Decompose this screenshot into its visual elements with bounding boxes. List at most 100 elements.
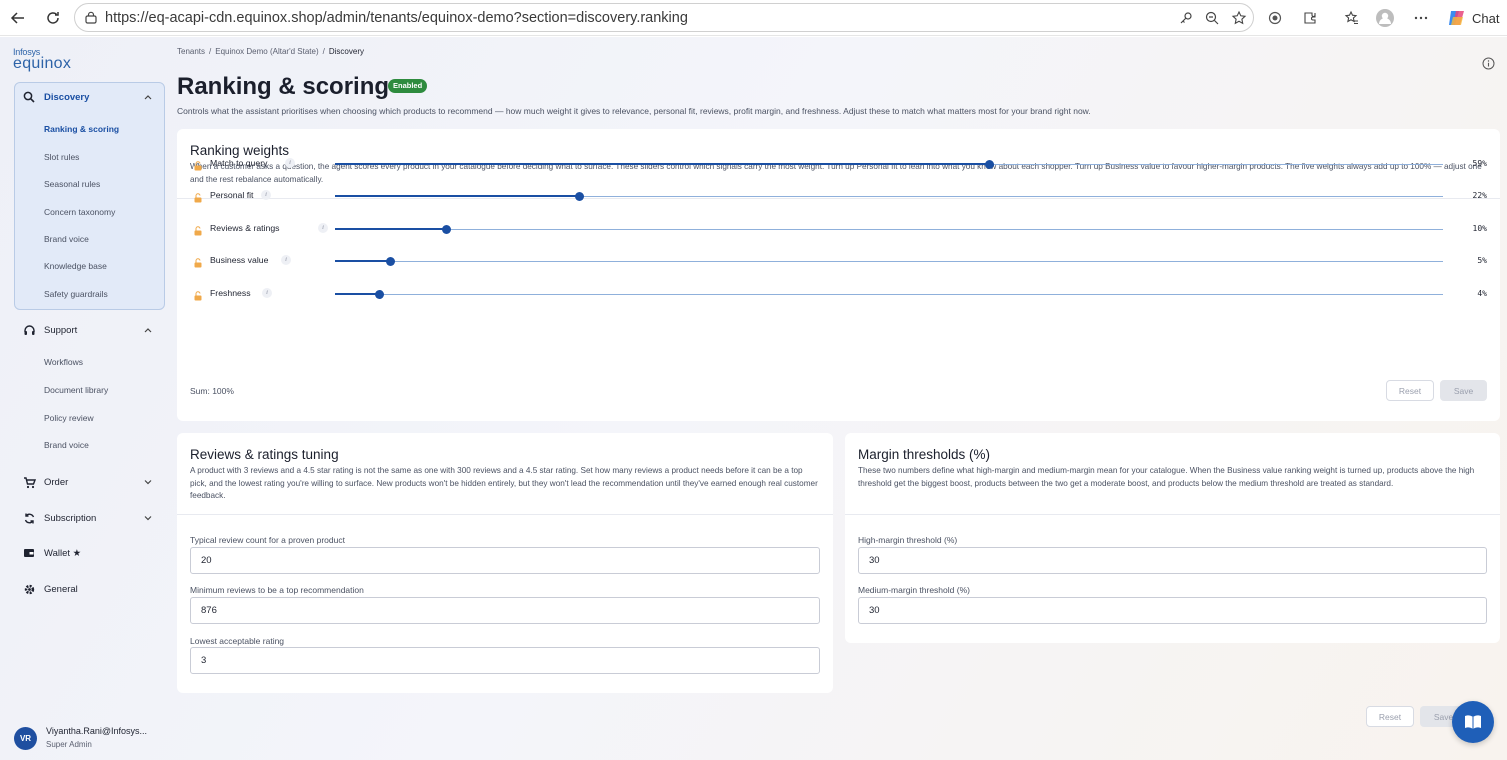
lock-open-icon[interactable] bbox=[194, 223, 203, 236]
site-info-icon[interactable] bbox=[84, 11, 98, 30]
ranking-weights-card: Ranking weights When a customer asks a q… bbox=[177, 129, 1500, 421]
weights-reset-button[interactable]: Reset bbox=[1386, 380, 1434, 401]
weight-slider[interactable] bbox=[335, 290, 1443, 299]
status-badge: Enabled bbox=[388, 79, 428, 93]
nav-discovery[interactable]: Discovery bbox=[14, 84, 165, 110]
nav-support[interactable]: Support bbox=[14, 317, 165, 343]
divider bbox=[845, 514, 1500, 515]
weight-value: 4% bbox=[1477, 289, 1487, 298]
slider-fill bbox=[335, 163, 989, 165]
headset-icon bbox=[22, 323, 36, 337]
sidebar-item-safety-guardrails[interactable]: Safety guardrails bbox=[44, 289, 108, 299]
extensions-icon[interactable] bbox=[1299, 7, 1321, 29]
info-icon[interactable]: i bbox=[261, 190, 271, 200]
weight-slider[interactable] bbox=[335, 225, 1443, 234]
sidebar-item-workflows[interactable]: Workflows bbox=[44, 357, 83, 367]
key-icon[interactable] bbox=[1175, 7, 1197, 29]
collections-icon[interactable] bbox=[1340, 7, 1362, 29]
reviews-tuning-description: A product with 3 reviews and a 4.5 star … bbox=[190, 466, 818, 501]
brand-logo[interactable]: Infosys equinox bbox=[13, 47, 71, 72]
medium-margin-label: Medium-margin threshold (%) bbox=[858, 585, 970, 595]
book-icon bbox=[1465, 715, 1481, 729]
copilot-chat-button[interactable]: Chat bbox=[1446, 5, 1499, 31]
user-name: Viyantha.Rani@Infosys... bbox=[46, 726, 148, 736]
weight-row: Personal fit i 22% bbox=[177, 187, 1500, 205]
weight-label: Reviews & ratings bbox=[210, 223, 280, 233]
lowest-rating-label: Lowest acceptable rating bbox=[190, 636, 285, 646]
weight-row: Freshness i 4% bbox=[177, 285, 1500, 303]
lock-open-icon[interactable] bbox=[194, 255, 203, 268]
sidebar-item-brand-voice[interactable]: Brand voice bbox=[44, 234, 89, 244]
nav-general-label: General bbox=[44, 583, 78, 595]
reviews-tuning-title: Reviews & ratings tuning bbox=[190, 447, 339, 462]
slider-fill bbox=[335, 293, 379, 295]
slider-thumb[interactable] bbox=[386, 257, 395, 266]
discovery-section-panel bbox=[14, 82, 165, 310]
sidebar-item-policy-review[interactable]: Policy review bbox=[44, 413, 94, 423]
footer-reset-button[interactable]: Reset bbox=[1366, 706, 1414, 727]
slider-thumb[interactable] bbox=[442, 225, 451, 234]
address-bar[interactable]: https://eq-acapi-cdn.equinox.shop/admin/… bbox=[74, 3, 1254, 32]
breadcrumb-tenants[interactable]: Tenants bbox=[177, 47, 205, 56]
profile-icon[interactable] bbox=[1374, 7, 1396, 29]
lock-open-icon[interactable] bbox=[194, 190, 203, 203]
user-profile[interactable]: VR Viyantha.Rani@Infosys... Super Admin bbox=[14, 725, 170, 755]
nav-order[interactable]: Order bbox=[14, 469, 165, 495]
more-menu-icon[interactable] bbox=[1410, 7, 1432, 29]
review-count-input[interactable]: 20 bbox=[190, 547, 820, 574]
info-icon[interactable]: i bbox=[262, 288, 272, 298]
info-icon[interactable]: i bbox=[285, 158, 295, 168]
slider-thumb[interactable] bbox=[375, 290, 384, 299]
sidebar-item-concern-taxonomy[interactable]: Concern taxonomy bbox=[44, 207, 115, 217]
user-role: Super Admin bbox=[46, 740, 92, 749]
page-info-icon[interactable] bbox=[1482, 57, 1495, 70]
min-reviews-label: Minimum reviews to be a top recommendati… bbox=[190, 585, 364, 595]
weight-label: Business value bbox=[210, 255, 269, 265]
sidebar-item-knowledge-base[interactable]: Knowledge base bbox=[44, 261, 107, 271]
nav-order-label: Order bbox=[44, 476, 69, 488]
favorite-star-icon[interactable] bbox=[1228, 7, 1250, 29]
breadcrumb-tenant[interactable]: Equinox Demo (Altar'd State) bbox=[215, 47, 318, 56]
nav-wallet-label: Wallet ★ bbox=[44, 547, 82, 559]
info-icon[interactable]: i bbox=[318, 223, 328, 233]
chevron-up-icon[interactable] bbox=[142, 91, 154, 103]
medium-margin-input[interactable]: 30 bbox=[858, 597, 1487, 624]
zoom-icon[interactable] bbox=[1201, 7, 1223, 29]
slider-thumb[interactable] bbox=[575, 192, 584, 201]
reload-icon[interactable] bbox=[41, 6, 65, 30]
nav-subscription[interactable]: Subscription bbox=[14, 505, 165, 531]
slider-fill bbox=[335, 260, 390, 262]
nav-wallet[interactable]: Wallet ★ bbox=[14, 540, 165, 566]
weight-slider[interactable] bbox=[335, 192, 1443, 201]
lock-open-icon[interactable] bbox=[194, 288, 203, 301]
min-reviews-input[interactable]: 876 bbox=[190, 597, 820, 624]
margin-thresholds-title: Margin thresholds (%) bbox=[858, 447, 991, 462]
sidebar-item-document-library[interactable]: Document library bbox=[44, 385, 108, 395]
nav-general[interactable]: General bbox=[14, 576, 165, 602]
high-margin-input[interactable]: 30 bbox=[858, 547, 1487, 574]
sidebar-item-support-brand-voice[interactable]: Brand voice bbox=[44, 440, 89, 450]
slider-thumb[interactable] bbox=[985, 160, 994, 169]
weight-slider[interactable] bbox=[335, 160, 1443, 169]
sidebar-item-seasonal-rules[interactable]: Seasonal rules bbox=[44, 179, 100, 189]
weight-slider[interactable] bbox=[335, 257, 1443, 266]
lowest-rating-input[interactable]: 3 bbox=[190, 647, 820, 674]
chevron-down-icon[interactable] bbox=[142, 476, 154, 488]
reviews-tuning-card: Reviews & ratings tuning A product with … bbox=[177, 433, 833, 693]
back-icon[interactable] bbox=[6, 6, 30, 30]
weight-row: Match to query i 59% bbox=[177, 155, 1500, 173]
weights-save-button[interactable]: Save bbox=[1440, 380, 1487, 401]
url-text: https://eq-acapi-cdn.equinox.shop/admin/… bbox=[105, 10, 688, 26]
high-margin-label: High-margin threshold (%) bbox=[858, 535, 958, 545]
sidebar-item-slot-rules[interactable]: Slot rules bbox=[44, 152, 79, 162]
info-icon[interactable]: i bbox=[281, 255, 291, 265]
review-count-label: Typical review count for a proven produc… bbox=[190, 535, 345, 545]
record-icon[interactable] bbox=[1264, 7, 1286, 29]
chevron-down-icon[interactable] bbox=[142, 512, 154, 524]
refresh-icon bbox=[22, 511, 36, 525]
chevron-up-icon[interactable] bbox=[142, 324, 154, 336]
lock-open-icon[interactable] bbox=[194, 158, 203, 171]
sidebar-item-ranking-scoring[interactable]: Ranking & scoring bbox=[44, 124, 119, 134]
weight-value: 22% bbox=[1472, 191, 1487, 200]
help-chat-button[interactable] bbox=[1452, 701, 1494, 743]
